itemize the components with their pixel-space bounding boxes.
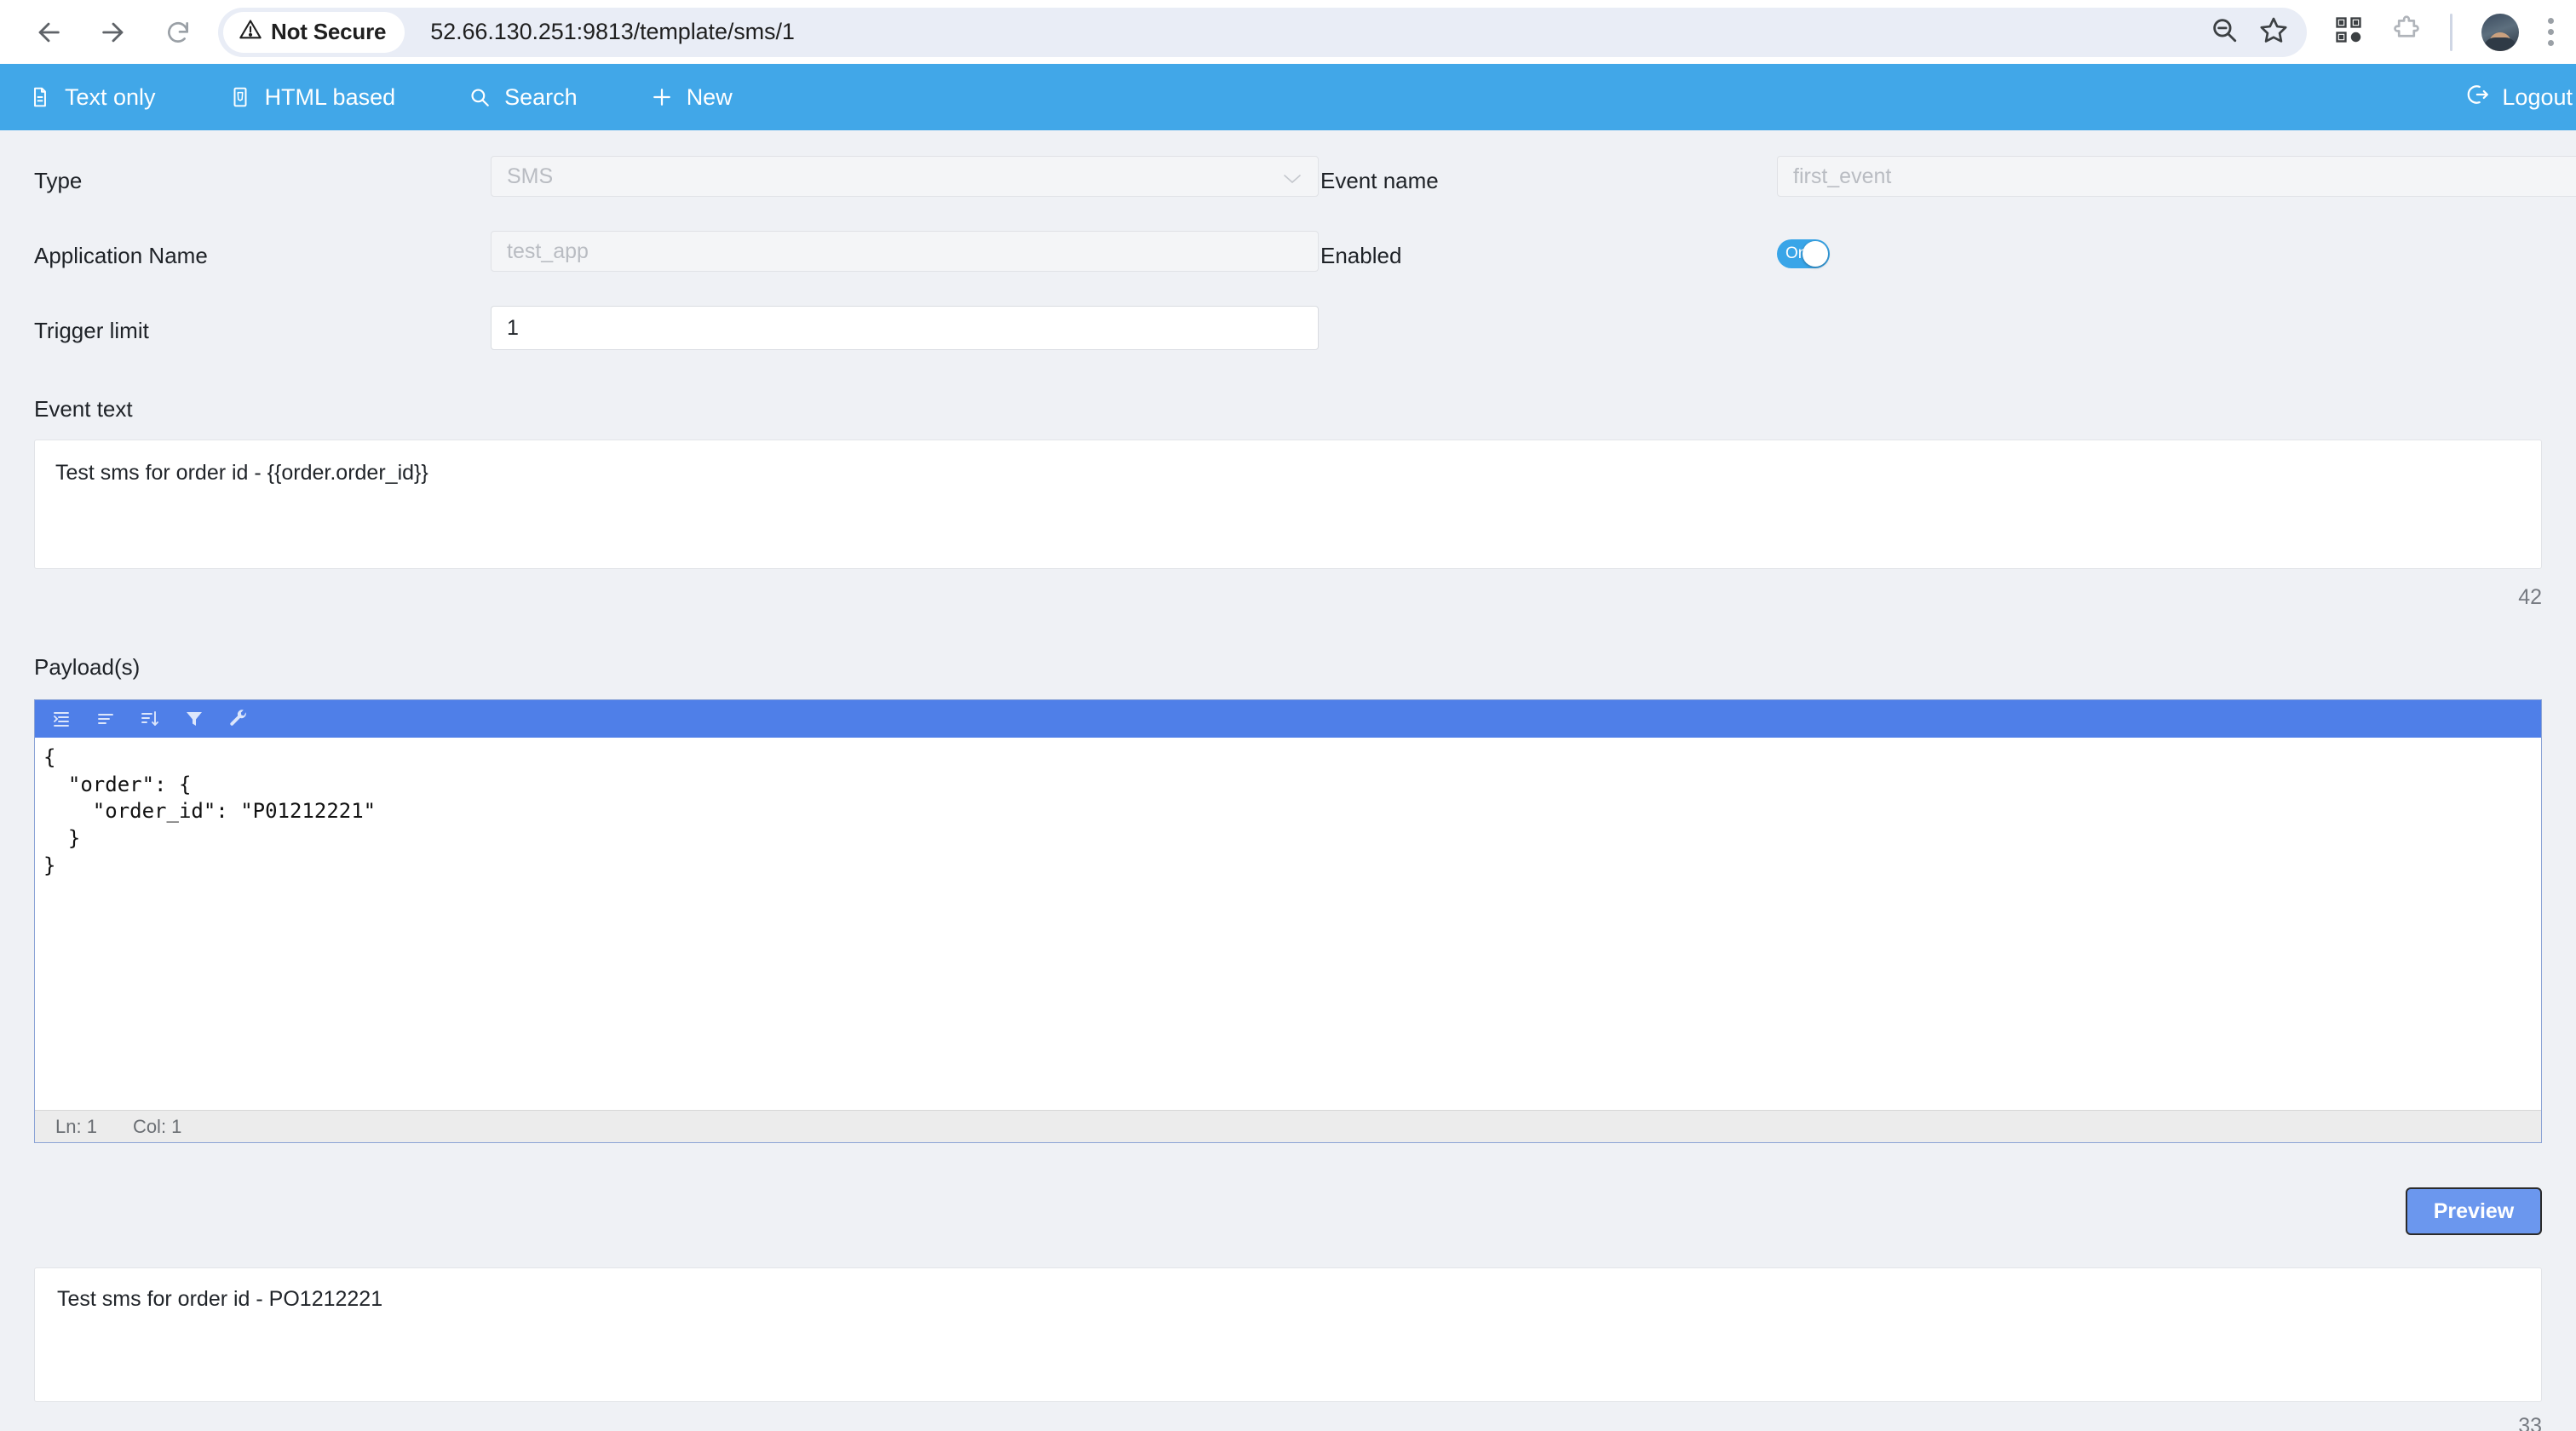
avatar[interactable]	[2481, 13, 2519, 51]
browser-nav-buttons	[22, 6, 204, 59]
reload-button[interactable]	[152, 6, 204, 59]
trigger-limit-input[interactable]	[491, 306, 1319, 350]
nav-item-text-only[interactable]: Text only	[22, 84, 183, 111]
application-name-label: Application Name	[34, 243, 208, 268]
filter-icon[interactable]	[181, 706, 207, 732]
column-indicator: Col: 1	[132, 1115, 182, 1137]
payload-label: Payload(s)	[34, 654, 141, 680]
toggle-knob	[1803, 241, 1828, 267]
document-icon	[27, 84, 53, 110]
left-fields-column: Type Application Name Trigger limit	[34, 156, 1320, 381]
search-icon	[467, 84, 492, 110]
field-type: Type	[34, 156, 1320, 209]
top-fields: Type Application Name Trigger limit	[34, 130, 2576, 381]
field-enabled: Enabled On	[1320, 231, 2576, 284]
type-label: Type	[34, 168, 83, 193]
event-text-textarea[interactable]: Test sms for order id - {{order.order_id…	[34, 440, 2542, 569]
nav-item-search[interactable]: Search	[462, 84, 605, 111]
star-icon[interactable]	[2259, 15, 2288, 49]
json-editor: { "order": { "order_id": "P01212221" } }…	[34, 699, 2542, 1143]
back-arrow-icon	[34, 18, 63, 47]
nav-label: New	[686, 83, 733, 110]
nav-item-html-based[interactable]: HTML based	[222, 84, 423, 111]
event-text-counter: 42	[2518, 585, 2542, 609]
logout-button[interactable]: Logout	[2466, 83, 2573, 112]
zoom-out-icon[interactable]	[2210, 15, 2239, 49]
json-editor-toolbar	[35, 700, 2541, 738]
site-security-chip[interactable]: Not Secure	[223, 11, 405, 53]
preview-button[interactable]: Preview	[2406, 1187, 2542, 1235]
sort-icon[interactable]	[137, 706, 163, 732]
app-navbar: Text only HTML based Search New Logout	[0, 64, 2576, 130]
forward-arrow-icon	[99, 18, 128, 47]
application-name-input[interactable]	[491, 231, 1319, 272]
line-indicator: Ln: 1	[55, 1115, 97, 1137]
reload-icon	[164, 19, 192, 46]
address-bar[interactable]: Not Secure 52.66.130.251:9813/template/s…	[218, 7, 2307, 57]
field-trigger-limit: Trigger limit	[34, 306, 1320, 359]
json-editor-status-bar: Ln: 1 Col: 1	[35, 1110, 2541, 1142]
enabled-toggle[interactable]: On	[1777, 239, 1830, 268]
nav-label: Search	[504, 83, 578, 110]
preview-counter: 33	[2518, 1414, 2542, 1431]
url-text[interactable]: 52.66.130.251:9813/template/sms/1	[430, 19, 795, 45]
puzzle-piece-icon[interactable]	[2392, 15, 2421, 49]
kebab-menu-icon[interactable]	[2548, 18, 2554, 46]
type-select-wrap[interactable]	[491, 156, 1319, 197]
transform-wrench-icon[interactable]	[226, 706, 251, 732]
html5-icon	[227, 84, 253, 110]
logout-icon	[2466, 83, 2490, 112]
event-text-label: Event text	[34, 396, 133, 422]
logout-label: Logout	[2502, 83, 2573, 110]
preview-output: Test sms for order id - PO1212221	[34, 1267, 2542, 1402]
omnibox-actions	[2210, 15, 2300, 49]
compact-icon[interactable]	[93, 706, 118, 732]
browser-toolbar-right	[2334, 13, 2554, 51]
event-name-label: Event name	[1320, 168, 1439, 193]
event-name-input[interactable]	[1777, 156, 2576, 197]
right-fields-column: Event name Enabled On	[1320, 156, 2576, 381]
preview-button-row: Preview	[34, 1187, 2542, 1235]
warning-triangle-icon	[239, 18, 262, 46]
security-label: Not Secure	[271, 19, 387, 44]
format-indent-icon[interactable]	[49, 706, 74, 732]
nav-label: Text only	[65, 83, 156, 110]
field-application-name: Application Name	[34, 231, 1320, 284]
forward-button[interactable]	[87, 6, 140, 59]
qr-code-icon[interactable]	[2334, 15, 2363, 49]
form-page: Type Application Name Trigger limit	[0, 130, 2576, 1431]
nav-label: HTML based	[264, 83, 396, 110]
browser-toolbar: Not Secure 52.66.130.251:9813/template/s…	[0, 0, 2576, 64]
back-button[interactable]	[22, 6, 75, 59]
json-content[interactable]: { "order": { "order_id": "P01212221" } }	[40, 744, 2541, 879]
plus-icon	[649, 84, 675, 110]
nav-item-new[interactable]: New	[644, 84, 760, 111]
field-event-name: Event name	[1320, 156, 2576, 209]
type-select[interactable]	[491, 156, 1319, 197]
trigger-limit-label: Trigger limit	[34, 318, 149, 343]
json-editor-body[interactable]: { "order": { "order_id": "P01212221" } }	[35, 738, 2541, 1110]
toolbar-divider	[2450, 13, 2452, 51]
enabled-label: Enabled	[1320, 243, 1402, 268]
